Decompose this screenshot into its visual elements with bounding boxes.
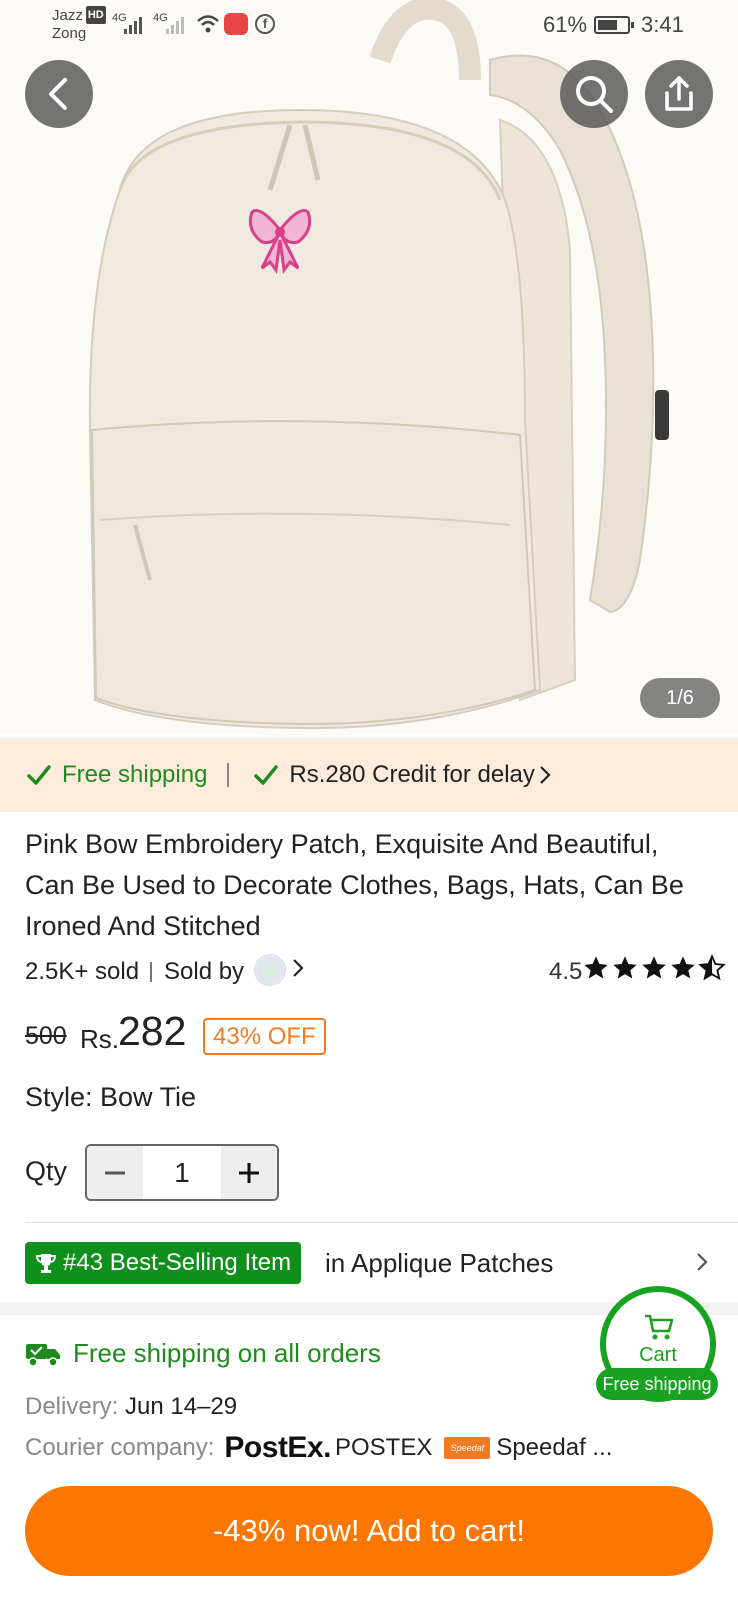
sold-by-label: Sold by bbox=[164, 958, 245, 985]
share-icon bbox=[665, 76, 693, 111]
carrier-2: Zong bbox=[52, 25, 87, 42]
check-icon bbox=[27, 765, 51, 785]
quantity-value[interactable]: 1 bbox=[143, 1146, 221, 1199]
chevron-right-icon bbox=[697, 1253, 708, 1271]
divider bbox=[227, 763, 230, 787]
product-image-gallery[interactable]: Jazz HD Zong 4G 4G f 61% 3:41 1/6 bbox=[0, 0, 738, 735]
courier-label: Courier company: bbox=[25, 1434, 215, 1461]
courier-speedaf: Speedaf ... bbox=[496, 1434, 613, 1461]
minus-icon bbox=[105, 1171, 125, 1174]
seller-avatar[interactable] bbox=[254, 954, 286, 986]
plus-icon bbox=[239, 1162, 259, 1183]
delivery-value: Jun 14–29 bbox=[125, 1393, 238, 1420]
decrease-qty-button[interactable] bbox=[87, 1146, 143, 1199]
currency-symbol: Rs. bbox=[80, 1024, 119, 1054]
qty-label: Qty bbox=[25, 1156, 68, 1186]
product-title: Pink Bow Embroidery Patch, Exquisite And… bbox=[25, 829, 684, 941]
star-half-icon bbox=[698, 954, 726, 981]
divider bbox=[25, 1222, 738, 1223]
image-counter: 1/6 bbox=[640, 678, 720, 718]
free-shipping-all-label: Free shipping on all orders bbox=[73, 1338, 381, 1368]
product-image bbox=[88, 0, 669, 730]
rating-value: 4.5 bbox=[549, 958, 583, 985]
delivery-estimate: Delivery: Jun 14–29 bbox=[25, 1393, 237, 1421]
star-full-icon bbox=[613, 956, 637, 979]
best-selling-badge: #43 Best-Selling Item bbox=[25, 1242, 302, 1284]
discount-badge: 43% OFF bbox=[203, 1018, 326, 1055]
speedaf-logo: Speedaf bbox=[444, 1437, 491, 1459]
divider bbox=[150, 962, 152, 982]
hd-badge: HD bbox=[85, 6, 106, 24]
cart-label: Cart bbox=[639, 1344, 677, 1366]
courier-postex: POSTEX bbox=[334, 1434, 433, 1461]
chevron-left-icon bbox=[49, 78, 67, 110]
quantity-stepper: 1 bbox=[85, 1144, 279, 1201]
check-icon bbox=[254, 765, 279, 785]
delivery-label: Delivery: bbox=[25, 1393, 119, 1420]
clock: 3:41 bbox=[641, 12, 684, 37]
search-button[interactable] bbox=[560, 60, 628, 128]
sold-count: 2.5K+ sold bbox=[25, 958, 140, 985]
search-icon bbox=[576, 76, 613, 113]
facebook-icon: f bbox=[255, 14, 275, 34]
sales-seller-rating-row: 2.5K+ sold Sold by 4.5 bbox=[25, 954, 726, 990]
best-selling-category: in Applique Patches bbox=[325, 1248, 554, 1278]
signal-2-icon bbox=[166, 14, 184, 34]
add-to-cart-button[interactable]: -43% now! Add to cart! bbox=[25, 1486, 713, 1576]
rating-stars[interactable] bbox=[582, 954, 726, 982]
current-price: 282 bbox=[118, 1008, 187, 1054]
postex-logo: PostEx. bbox=[224, 1431, 331, 1464]
notification-app-icon bbox=[224, 13, 248, 35]
share-button[interactable] bbox=[645, 60, 713, 128]
wifi-icon bbox=[197, 15, 219, 33]
carrier-1: Jazz bbox=[52, 7, 83, 24]
star-full-icon bbox=[671, 956, 695, 979]
style-selector[interactable]: Style: Bow Tie bbox=[25, 1082, 196, 1113]
cart-free-shipping-badge: Free shipping bbox=[596, 1368, 718, 1400]
increase-qty-button[interactable] bbox=[221, 1146, 277, 1199]
credit-for-delay-label: Rs.280 Credit for delay bbox=[289, 761, 535, 788]
status-bar: Jazz HD Zong 4G 4G f 61% 3:41 bbox=[0, 0, 738, 50]
original-price: 500 bbox=[25, 1022, 67, 1050]
battery-percent: 61% bbox=[543, 12, 588, 37]
price-row: 500 Rs. 282 43% OFF bbox=[25, 1008, 715, 1058]
free-shipping-all-orders[interactable]: Free shipping on all orders bbox=[25, 1338, 381, 1369]
carrier-info: Jazz HD Zong bbox=[52, 6, 106, 43]
cart-icon bbox=[645, 1314, 674, 1340]
best-selling-rank: #43 Best-Selling Item bbox=[63, 1249, 292, 1276]
truck-icon bbox=[26, 1343, 60, 1367]
battery-icon bbox=[594, 16, 634, 34]
star-full-icon bbox=[584, 956, 608, 979]
courier-row: Courier company: PostEx. POSTEX Speedaf … bbox=[25, 1430, 612, 1466]
signal-1-icon bbox=[124, 14, 142, 34]
chevron-right-icon bbox=[540, 766, 551, 784]
shipping-promo-strip[interactable]: Free shipping Rs.280 Credit for delay bbox=[0, 738, 738, 812]
trophy-icon bbox=[35, 1254, 57, 1273]
best-selling-row[interactable]: #43 Best-Selling Item in Applique Patche… bbox=[25, 1242, 715, 1284]
free-shipping-label: Free shipping bbox=[62, 761, 208, 788]
chevron-right-icon[interactable] bbox=[291, 956, 305, 980]
star-full-icon bbox=[642, 956, 666, 979]
back-button[interactable] bbox=[25, 60, 93, 128]
